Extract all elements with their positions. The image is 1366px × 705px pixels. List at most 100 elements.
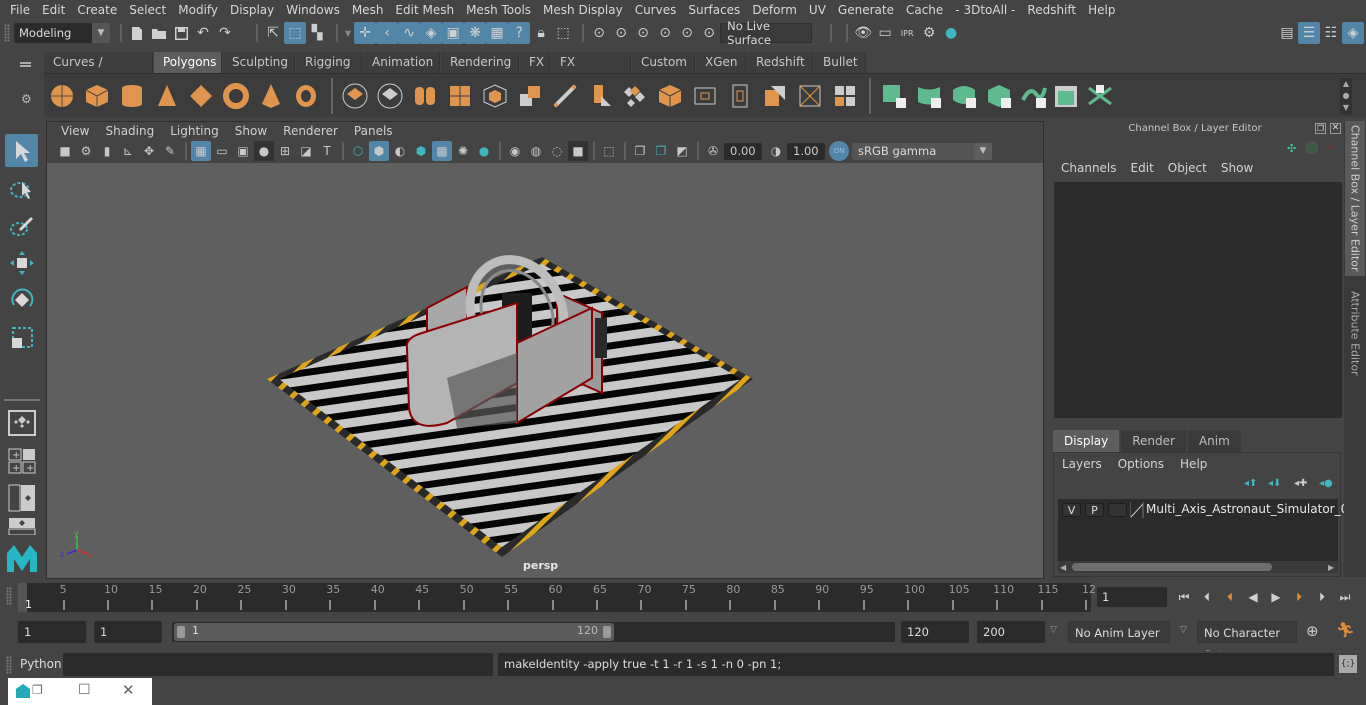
select-by-object-icon[interactable]: ⬚: [284, 22, 306, 44]
animation-preferences-icon[interactable]: 🏃︎: [1336, 621, 1355, 639]
viewport-menu-panels[interactable]: Panels: [346, 124, 401, 138]
multi-cut-icon[interactable]: [586, 82, 614, 110]
start-time-field[interactable]: 1: [18, 621, 86, 643]
play-backwards-icon[interactable]: ◀: [1244, 588, 1262, 606]
shelf-tab-bullet[interactable]: Bullet: [814, 52, 866, 73]
menu-create[interactable]: Create: [71, 3, 123, 17]
textured-icon[interactable]: ▩: [432, 141, 452, 161]
anim-layer-dropdown-icon[interactable]: ▽: [1050, 625, 1057, 635]
shelf-tab-redshift[interactable]: Redshift: [747, 52, 813, 73]
field-chart-icon[interactable]: ⊞: [275, 141, 295, 161]
wireframe-icon[interactable]: ⬡: [348, 141, 368, 161]
use-default-material-icon[interactable]: ◐: [390, 141, 410, 161]
current-frame-field[interactable]: 1: [1097, 587, 1167, 607]
poly-pipe-icon[interactable]: [292, 82, 320, 110]
restore-icon[interactable]: ❐: [32, 683, 43, 697]
poly-diamond-icon[interactable]: [187, 82, 215, 110]
menu-file[interactable]: File: [4, 3, 36, 17]
insert-edge-loop-icon[interactable]: [726, 82, 754, 110]
axis-manipulator-icon[interactable]: ✣: [1287, 142, 1296, 155]
shelf-tab-custom[interactable]: Custom: [632, 52, 695, 73]
move-layer-down-icon[interactable]: ◂⬇: [1268, 478, 1281, 489]
fill-hole-icon[interactable]: [691, 82, 719, 110]
lock-icon[interactable]: 🔒︎: [530, 22, 552, 44]
reduce-icon[interactable]: [831, 82, 859, 110]
extrude-icon[interactable]: [516, 82, 544, 110]
shelf-tab-xgen[interactable]: XGen: [696, 52, 746, 73]
hypershade-icon[interactable]: ●: [940, 22, 962, 44]
maya-logo-icon[interactable]: [5, 541, 38, 574]
exposure-field[interactable]: 0.00: [724, 142, 762, 160]
3d-viewport[interactable]: y x z persp: [47, 163, 1043, 578]
image-plane-icon[interactable]: ⊾: [118, 141, 138, 161]
layer-display-type-toggle[interactable]: [1108, 503, 1127, 517]
scale-tool-icon[interactable]: [5, 321, 38, 354]
layer-menu-layers[interactable]: Layers: [1062, 457, 1118, 471]
new-layer-icon[interactable]: ◂✚: [1294, 478, 1307, 489]
uv-planar-icon[interactable]: [915, 82, 943, 110]
viewport-menu-view[interactable]: View: [53, 124, 97, 138]
xray-icon[interactable]: ❐: [630, 141, 650, 161]
menu-deform[interactable]: Deform: [746, 3, 803, 17]
layer-menu-help[interactable]: Help: [1180, 457, 1223, 471]
play-forwards-icon[interactable]: ▶: [1267, 588, 1285, 606]
shelf-tab-animation[interactable]: Animation: [363, 52, 440, 73]
lasso-tool-icon[interactable]: [5, 172, 38, 205]
end-time-field[interactable]: 200: [977, 621, 1045, 643]
save-scene-icon[interactable]: [170, 22, 192, 44]
float-panel-icon[interactable]: ❐: [1315, 123, 1326, 134]
snap-to-points-icon[interactable]: ⊙: [632, 22, 654, 44]
layer-color-swatch[interactable]: [1129, 502, 1144, 518]
workspace-menu[interactable]: Modeling ▼: [14, 23, 110, 43]
layer-menu-options[interactable]: Options: [1118, 457, 1180, 471]
smooth-shade-icon[interactable]: ⬢: [369, 141, 389, 161]
shelf-tab-sculpting[interactable]: Sculpting: [223, 52, 295, 73]
menu-3dtoall[interactable]: - 3DtoAll -: [949, 3, 1021, 17]
xray-joints-icon[interactable]: ◩: [672, 141, 692, 161]
channel-box-menu-channels[interactable]: Channels: [1055, 161, 1125, 179]
menu-mesh-display[interactable]: Mesh Display: [537, 3, 629, 17]
layer-list-scrollbar[interactable]: ◀ ▶: [1058, 561, 1338, 573]
ipr-render-icon[interactable]: IPR: [896, 22, 918, 44]
channel-box-menu-show[interactable]: Show: [1215, 161, 1261, 179]
close-panel-icon[interactable]: ✕: [1330, 123, 1341, 134]
step-back-key-icon[interactable]: ⏴: [1221, 588, 1239, 606]
paint-select-tool-icon[interactable]: [5, 209, 38, 242]
range-start-grip[interactable]: [177, 626, 185, 638]
use-all-lights-icon[interactable]: ✺: [453, 141, 473, 161]
render-settings-icon[interactable]: ▦: [486, 22, 509, 44]
range-end-grip[interactable]: [603, 626, 611, 638]
menu-help[interactable]: Help: [1082, 3, 1121, 17]
uv-editor-icon[interactable]: [1086, 82, 1114, 110]
maximize-icon[interactable]: ☐: [78, 682, 91, 698]
channel-box-menu-object[interactable]: Object: [1162, 161, 1215, 179]
shelf-tab-curves-surfaces[interactable]: Curves / Surfaces: [44, 52, 153, 90]
select-tool-icon[interactable]: [5, 134, 38, 167]
menu-redshift[interactable]: Redshift: [1021, 3, 1082, 17]
close-icon[interactable]: ✕: [122, 681, 135, 699]
depth-of-field-icon[interactable]: ■: [568, 141, 588, 161]
poly-pyramid-icon[interactable]: [257, 82, 285, 110]
side-tab-attribute-editor[interactable]: Attribute Editor: [1345, 281, 1365, 386]
poly-torus-icon[interactable]: [222, 82, 250, 110]
menu-select[interactable]: Select: [123, 3, 172, 17]
select-by-component-icon[interactable]: ▚: [306, 22, 328, 44]
shelf-tab-polygons[interactable]: Polygons: [154, 52, 222, 73]
channel-box-area[interactable]: [1054, 182, 1342, 418]
persp-outliner-layout-icon[interactable]: [5, 481, 38, 514]
menu-surfaces[interactable]: Surfaces: [682, 3, 746, 17]
grid-icon[interactable]: ▦: [191, 141, 211, 161]
channel-arrow-icon[interactable]: ↗: [1324, 141, 1334, 155]
single-perspective-layout-icon[interactable]: [5, 406, 38, 439]
grip-handle[interactable]: [4, 24, 10, 42]
range-slider-handle[interactable]: 1 120: [174, 623, 614, 641]
layer-tab-render[interactable]: Render: [1121, 430, 1186, 452]
select-by-component-type-icon[interactable]: ❋: [464, 22, 487, 44]
menu-mesh[interactable]: Mesh: [346, 3, 390, 17]
snap-live-icon[interactable]: ▣: [442, 22, 465, 44]
render-view-icon[interactable]: 👁︎: [852, 22, 874, 44]
gate-mask-icon[interactable]: ●: [254, 141, 274, 161]
boolean-icon[interactable]: [796, 82, 824, 110]
open-scene-icon[interactable]: [148, 22, 170, 44]
shelf-tab-rendering[interactable]: Rendering: [441, 52, 519, 73]
